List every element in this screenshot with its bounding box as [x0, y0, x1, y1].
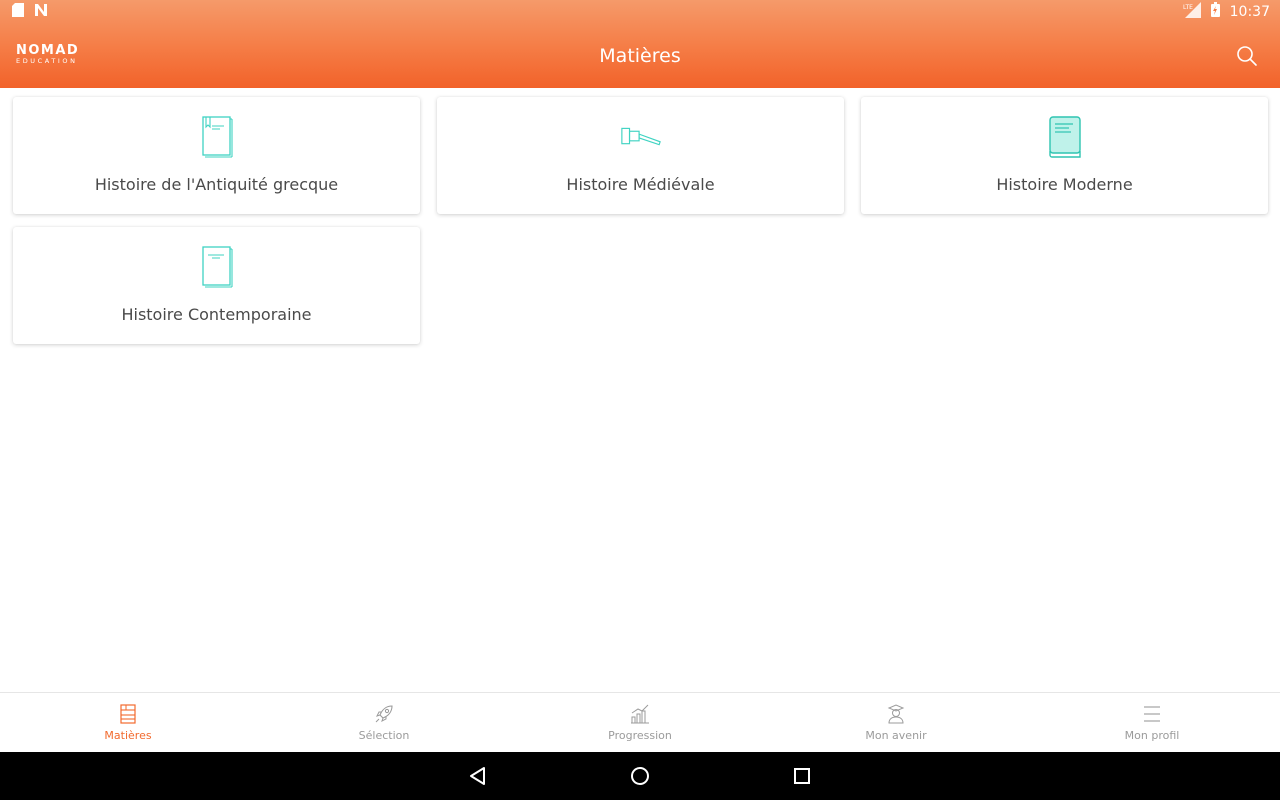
nav-label: Matières [104, 729, 152, 742]
logo-main-text: NOMAD [16, 43, 80, 58]
status-time: 10:37 [1229, 4, 1270, 20]
nav-label: Sélection [358, 729, 410, 742]
back-icon [470, 767, 485, 785]
recents-button[interactable] [790, 764, 814, 788]
graduate-icon [887, 704, 905, 724]
svg-text:LTE: LTE [1183, 4, 1193, 11]
menu-lines-icon [1144, 706, 1160, 722]
nav-label: Progression [608, 729, 672, 742]
nav-label: Mon avenir [865, 729, 927, 742]
bookmarked-book-icon [195, 115, 239, 159]
search-button[interactable] [1236, 45, 1258, 67]
bottom-navigation: Matières Sélection Progression Mon aveni… [0, 692, 1280, 752]
subject-card-moderne[interactable]: Histoire Moderne [861, 97, 1268, 214]
nav-item-matieres[interactable]: Matières [0, 693, 256, 752]
subject-label: Histoire Moderne [996, 175, 1133, 194]
recents-icon [794, 768, 810, 784]
toolbar: NOMAD EDUCATION Matières [0, 24, 1280, 88]
home-icon [631, 767, 649, 785]
back-button[interactable] [466, 764, 490, 788]
bookshelf-icon [120, 704, 136, 724]
nav-item-mon-profil[interactable]: Mon profil [1024, 693, 1280, 752]
closed-book-icon [1043, 115, 1087, 159]
bar-chart-icon [631, 704, 649, 724]
nomad-logo: NOMAD EDUCATION [16, 44, 79, 65]
status-bar: LTE 10:37 [0, 0, 1280, 24]
subject-card-contemporaine[interactable]: Histoire Contemporaine [13, 227, 420, 344]
subject-label: Histoire de l'Antiquité grecque [94, 175, 339, 194]
battery-charging-icon [1210, 2, 1220, 22]
system-navigation-bar [0, 752, 1280, 800]
gavel-icon [619, 115, 663, 159]
n-notification-icon [34, 3, 48, 22]
lte-signal-icon: LTE [1183, 1, 1201, 23]
logo-sub-text: EDUCATION [16, 57, 78, 65]
document-pages-icon [195, 245, 239, 289]
subject-label: Histoire Contemporaine [121, 305, 312, 324]
subject-label: Histoire Médiévale [566, 175, 715, 194]
nav-item-progression[interactable]: Progression [512, 693, 768, 752]
search-icon [1237, 46, 1257, 66]
home-button[interactable] [628, 764, 652, 788]
nav-item-selection[interactable]: Sélection [256, 693, 512, 752]
sd-card-icon [12, 2, 24, 22]
app-bar: LTE 10:37 NOMAD EDUCATION Matières [0, 0, 1280, 88]
rocket-icon [375, 705, 393, 723]
subject-card-antiquite[interactable]: Histoire de l'Antiquité grecque [13, 97, 420, 214]
nav-label: Mon profil [1124, 729, 1180, 742]
subject-card-medievale[interactable]: Histoire Médiévale [437, 97, 844, 214]
nav-item-mon-avenir[interactable]: Mon avenir [768, 693, 1024, 752]
page-title: Matières [599, 45, 681, 67]
